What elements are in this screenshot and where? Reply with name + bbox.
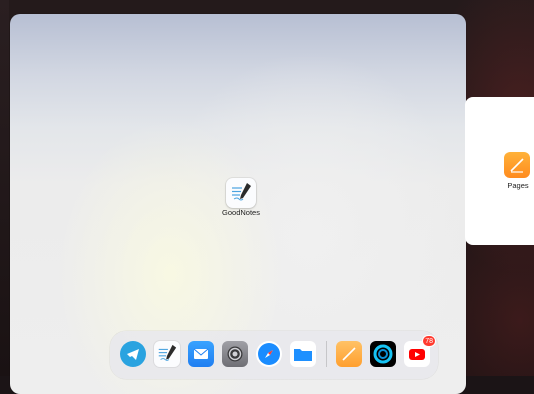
dock-item-settings[interactable] <box>222 341 248 367</box>
dock-item-mail[interactable] <box>188 341 214 367</box>
dock-separator <box>326 341 327 367</box>
goodnotes-label: GoodNotes <box>222 208 260 217</box>
files-icon <box>294 349 312 361</box>
safari-icon <box>258 343 280 365</box>
goodnotes-glyph <box>232 183 251 201</box>
settings-icon <box>227 346 243 362</box>
dock-item-goodnotes[interactable] <box>154 341 180 367</box>
screen-edge <box>0 0 9 376</box>
fitness-icon <box>373 344 393 364</box>
youtube-icon <box>409 349 425 360</box>
dock-item-fitness[interactable] <box>370 341 396 367</box>
dock-item-youtube[interactable]: 78 <box>404 335 436 367</box>
dock-item-pages[interactable] <box>336 341 362 367</box>
notification-badge: 78 <box>422 335 436 347</box>
pages-glyph <box>510 158 524 173</box>
mail-icon <box>193 348 209 359</box>
goodnotes-icon <box>158 344 177 361</box>
dock-item-safari[interactable] <box>256 341 282 367</box>
pages-icon[interactable] <box>504 152 530 178</box>
goodnotes-icon[interactable] <box>226 178 256 208</box>
telegram-icon <box>127 349 139 360</box>
dock-item-files[interactable] <box>290 341 316 367</box>
pages-label: Pages <box>507 181 529 190</box>
dock: 78 <box>110 331 438 379</box>
dock-item-telegram[interactable] <box>120 341 146 367</box>
pages-icon <box>342 347 356 361</box>
